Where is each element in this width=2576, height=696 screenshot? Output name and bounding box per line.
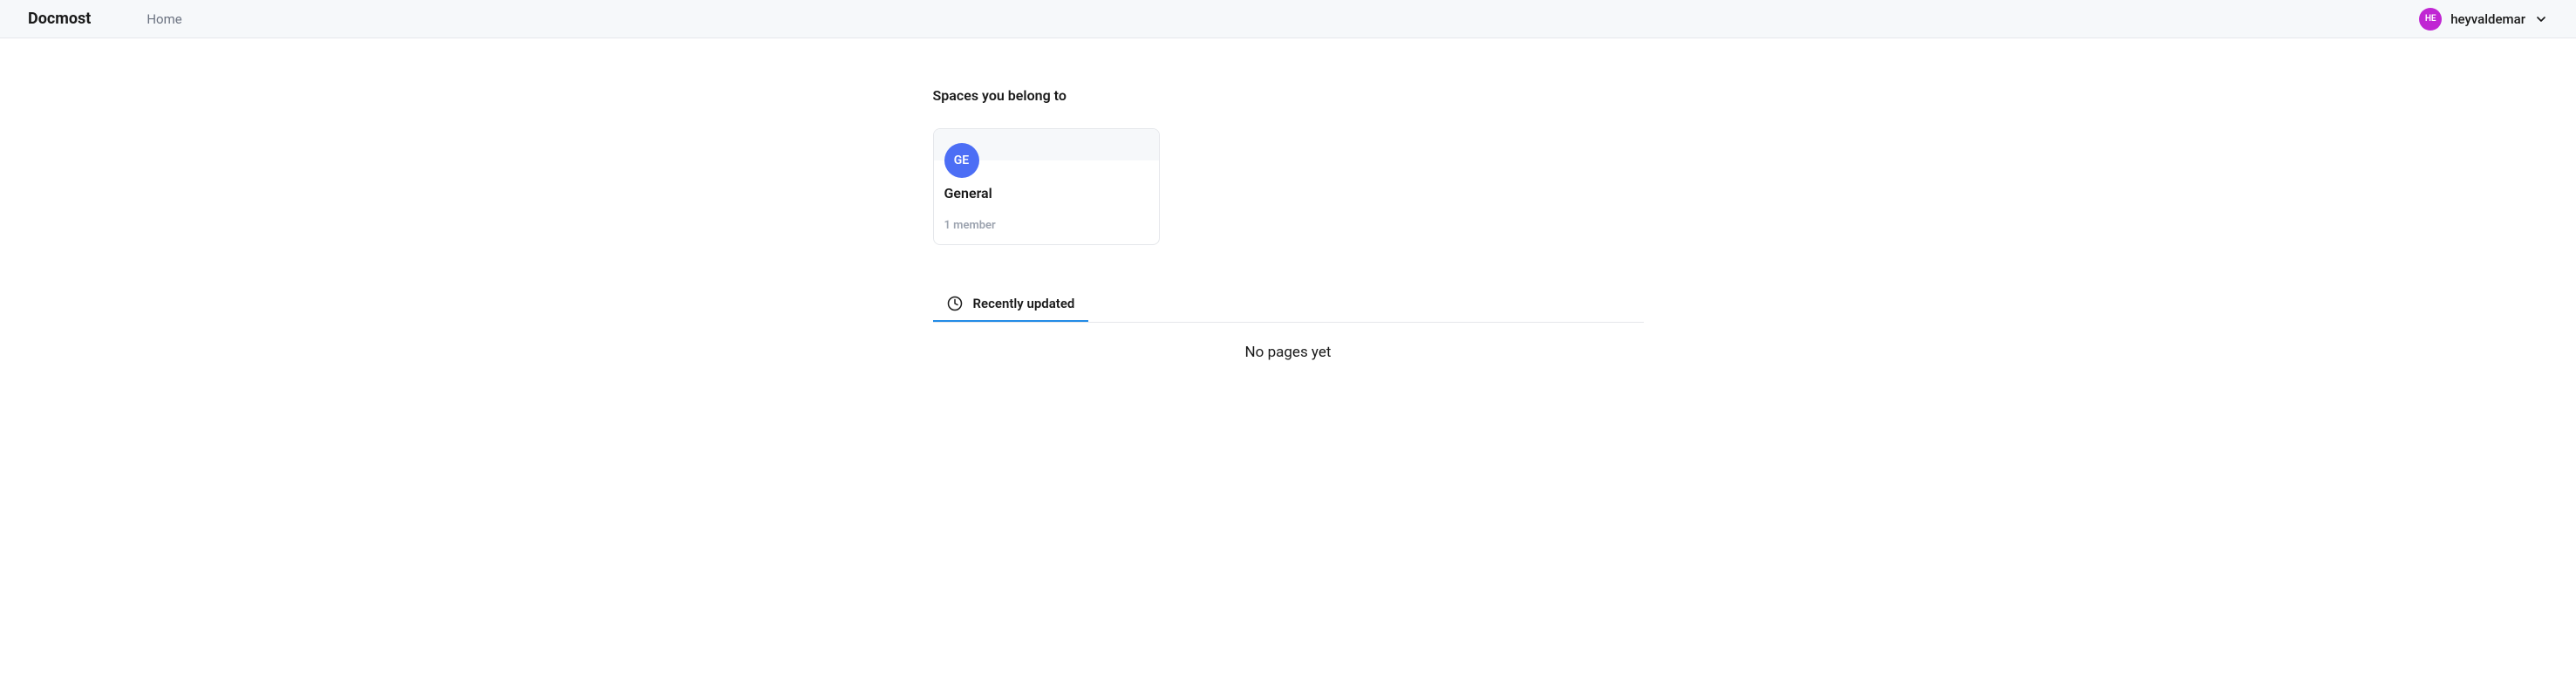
space-card[interactable]: GE General 1 member [933,128,1160,245]
tabs-container: Recently updated [933,287,1644,323]
nav-home[interactable]: Home [147,11,181,27]
space-members-count: 1 member [944,219,1148,232]
empty-state-message: No pages yet [933,323,1644,382]
tab-label: Recently updated [973,296,1075,311]
main-content: Spaces you belong to GE General 1 member… [933,38,1644,382]
user-menu[interactable]: HE heyvaldemar [2419,8,2548,31]
spaces-section-title: Spaces you belong to [933,87,1644,104]
user-name: heyvaldemar [2450,11,2525,27]
space-avatar: GE [944,143,979,178]
user-avatar: HE [2419,8,2442,31]
space-card-header: GE [934,129,1159,160]
chevron-down-icon [2534,12,2548,26]
clock-icon [947,296,963,311]
space-name: General [944,185,1148,201]
brand-logo[interactable]: Docmost [28,10,91,28]
app-header: Docmost Home HE heyvaldemar [0,0,2576,38]
header-left: Docmost Home [28,10,182,28]
tab-recently-updated[interactable]: Recently updated [933,287,1089,322]
